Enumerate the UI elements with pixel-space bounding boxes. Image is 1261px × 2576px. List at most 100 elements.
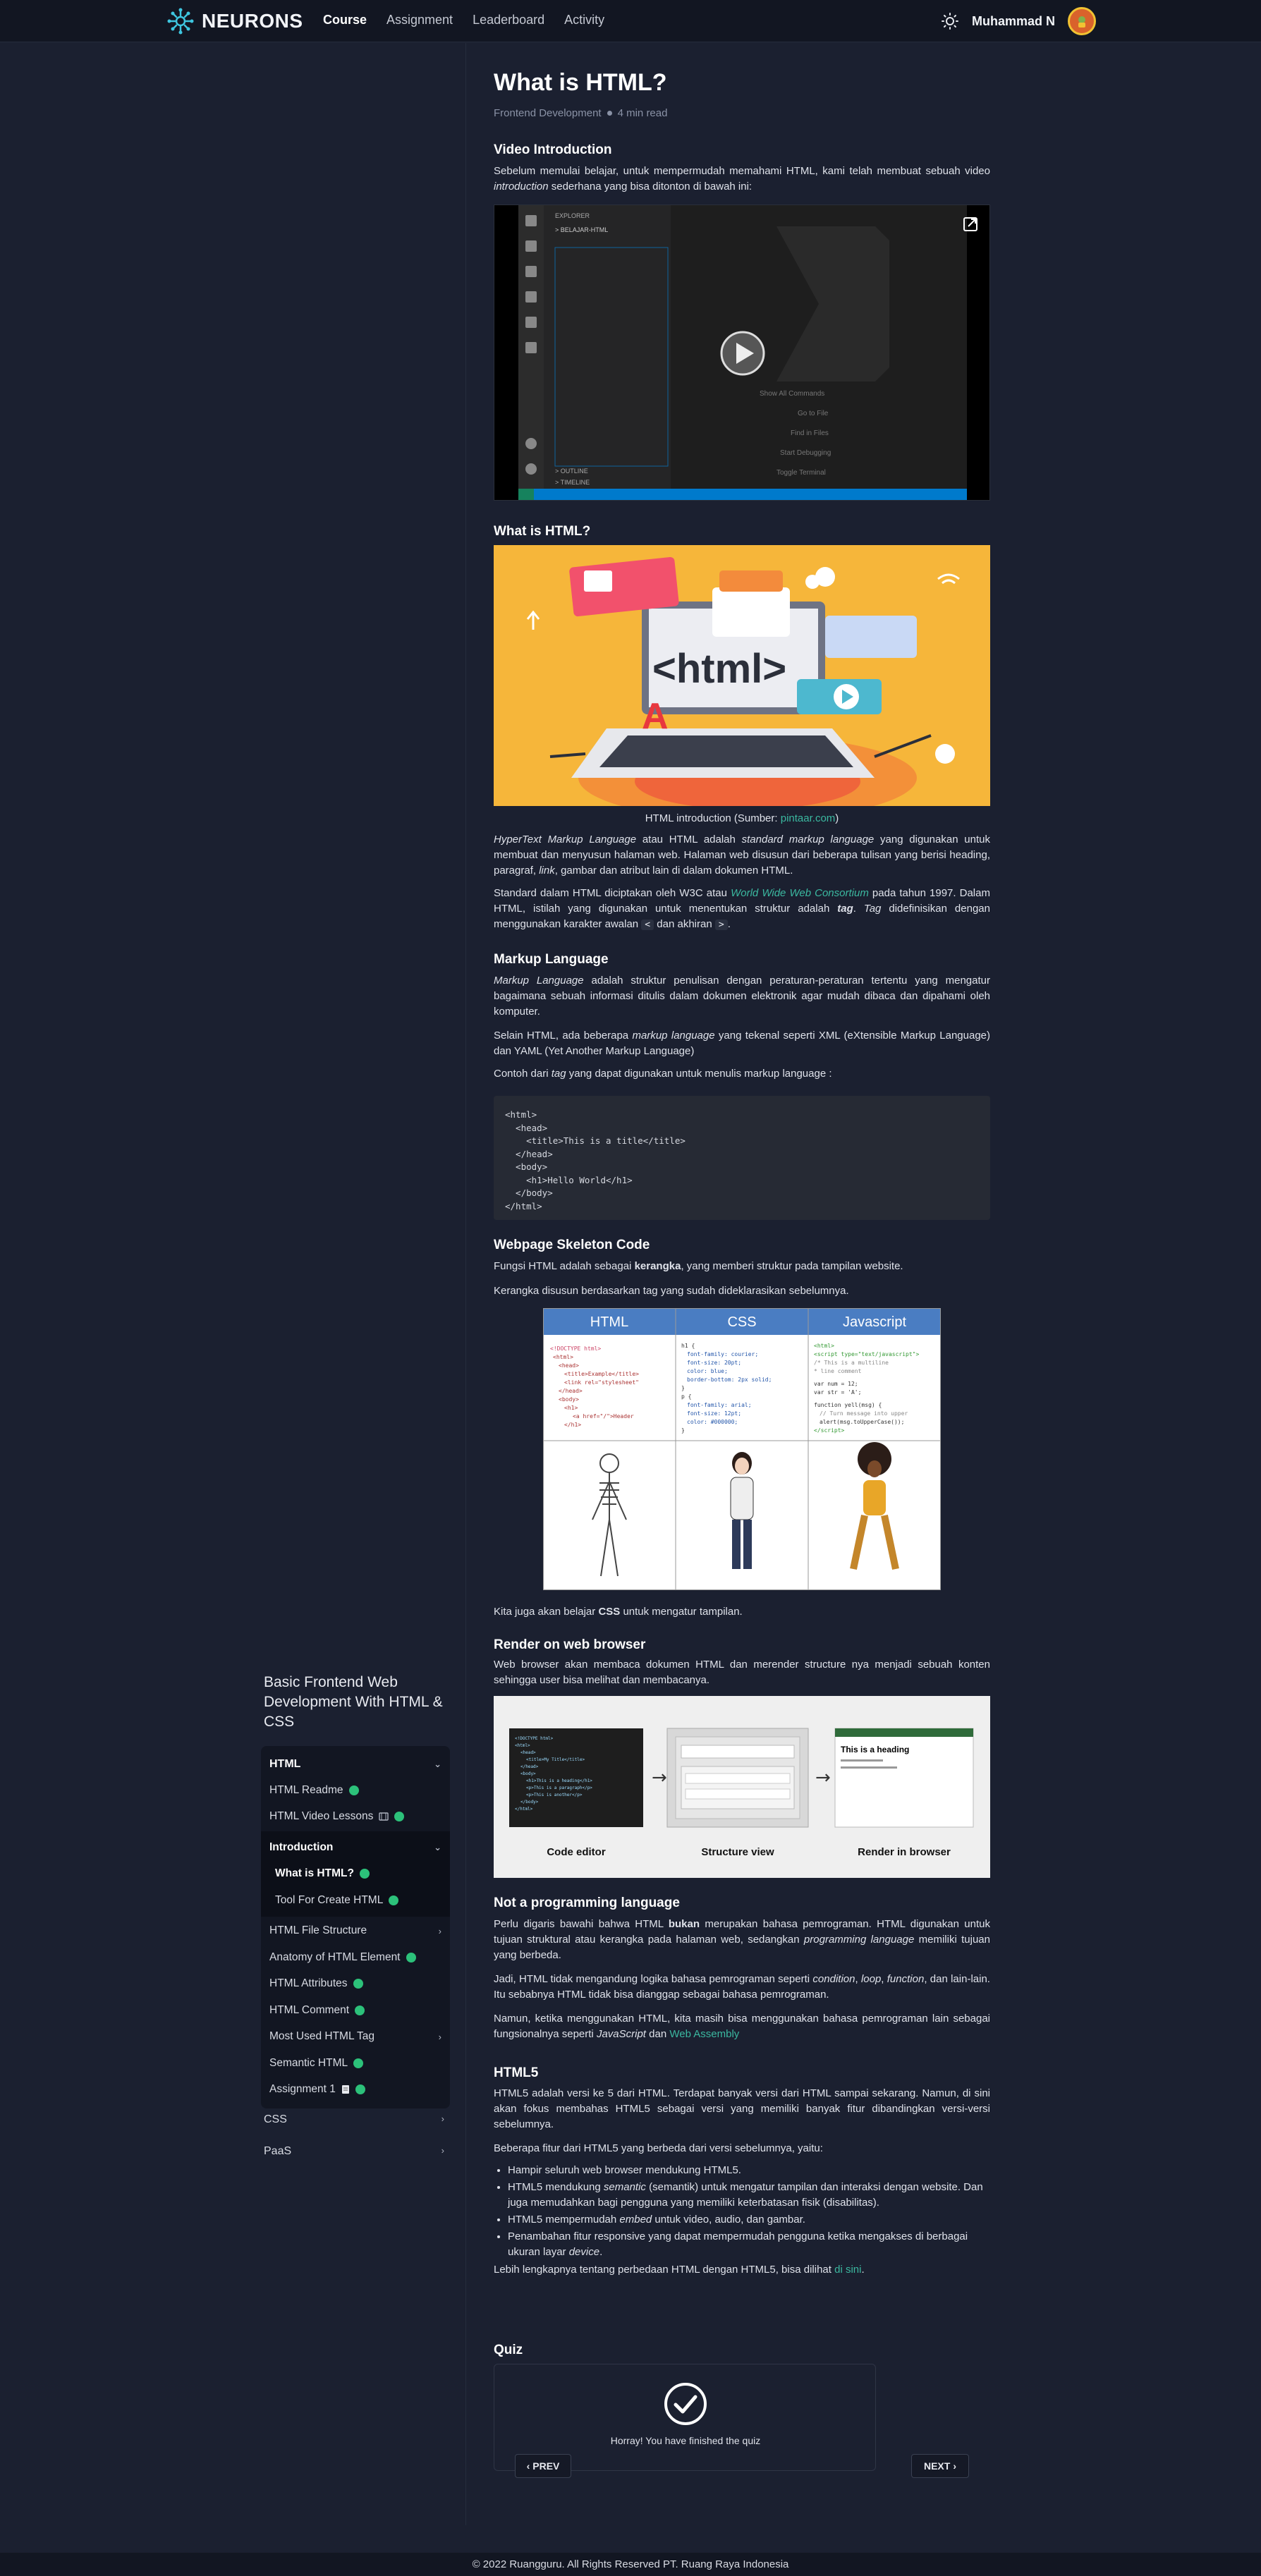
sidebar-item-most-used-html-tag[interactable]: Most Used HTML Tag › [261, 2024, 450, 2051]
section-heading-what-is-html: What is HTML? [494, 524, 591, 539]
svg-text:</script>: </script> [814, 1427, 845, 1434]
svg-text:<title>Example</title>: <title>Example</title> [564, 1371, 639, 1377]
render-label-render-in-browser: Render in browser [858, 1846, 951, 1858]
svg-text:h1 {: h1 { [681, 1343, 695, 1349]
svg-text:</head>: </head> [559, 1388, 583, 1394]
theme-toggle-sun-icon[interactable] [941, 12, 959, 30]
text-fragment: HTML introduction (Sumber: [645, 812, 781, 824]
video-icon [379, 1812, 389, 1821]
next-button[interactable]: NEXT › [911, 2454, 969, 2478]
sidebar-group-label: HTML [269, 1758, 301, 1770]
sidebar-item-label: Tool For Create HTML [275, 1893, 384, 1906]
svg-text:var num = 12;: var num = 12; [814, 1381, 858, 1387]
svg-text:> BELAJAR-HTML: > BELAJAR-HTML [555, 226, 608, 233]
text-fragment: Lebih lengkapnya tentang perbedaan HTML … [494, 2264, 835, 2276]
web-assembly-link[interactable]: Web Assembly [669, 2028, 739, 2040]
text-fragment: kerangka [634, 1260, 681, 1272]
list-item: Penambahan fitur responsive yang dapat m… [508, 2229, 990, 2260]
sidebar-item-tool-for-create-html[interactable]: Tool For Create HTML [261, 1887, 450, 1914]
sidebar-item-html-file-structure[interactable]: HTML File Structure › [261, 1918, 450, 1945]
sidebar-item-html-attributes[interactable]: HTML Attributes [261, 1971, 450, 1998]
svg-text:border-bottom: 2px solid;: border-bottom: 2px solid; [687, 1376, 772, 1383]
svg-text:<head>: <head> [520, 1750, 536, 1755]
list-item: Hampir seluruh web browser mendukung HTM… [508, 2163, 990, 2178]
code-example: <html> <head> <title>This is a title</ti… [494, 1096, 990, 1220]
sidebar-item-label: What is HTML? [275, 1867, 354, 1880]
sidebar-group-css[interactable]: CSS › [264, 2113, 444, 2126]
section-heading-html5: HTML5 [494, 2065, 539, 2080]
nav-leaderboard[interactable]: Leaderboard [473, 13, 544, 28]
html-illustration: <html> A [494, 545, 990, 806]
sidebar-group-html[interactable]: HTML ⌄ [261, 1752, 450, 1777]
sidebar-item-html-comment[interactable]: HTML Comment [261, 1997, 450, 2024]
sidebar-item-what-is-html[interactable]: What is HTML? [261, 1861, 450, 1888]
completed-check-icon [355, 2005, 365, 2015]
svg-text:EXPLORER: EXPLORER [555, 212, 590, 219]
video-player[interactable]: EXPLORER > BELAJAR-HTML > OUTLINE > TIME… [494, 205, 990, 501]
svg-text:}: } [681, 1427, 685, 1434]
chevron-left-icon: ‹ [526, 2460, 530, 2472]
sidebar-item-assignment-1[interactable]: Assignment 1 [261, 2077, 450, 2104]
column-header-html: HTML [590, 1314, 628, 1330]
svg-text:<a href="/">Header: <a href="/">Header [573, 1413, 634, 1420]
sidebar-group-paas[interactable]: PaaS › [264, 2145, 444, 2158]
completed-check-icon [359, 1869, 370, 1879]
list-item: HTML5 mempermudah embed untuk video, aud… [508, 2212, 990, 2228]
paragraph-markup-definition: Markup Language adalah struktur penulisa… [494, 975, 990, 1018]
text-fragment: Sebelum memulai belajar, untuk mempermud… [494, 165, 990, 177]
paragraph-js-wasm: Namun, ketika menggunakan HTML, kita mas… [494, 2013, 990, 2040]
svg-text:<head>: <head> [559, 1362, 579, 1369]
skeleton-comparison-illustration: HTML CSS Javascript <!DOCTYPE html> <htm… [543, 1308, 941, 1590]
svg-text:<!DOCTYPE html>: <!DOCTYPE html> [515, 1736, 554, 1741]
svg-text:<p>This is a paragraph</p>: <p>This is a paragraph</p> [526, 1786, 592, 1790]
brand[interactable]: NEURONS [166, 7, 303, 35]
svg-text:> OUTLINE: > OUTLINE [555, 468, 588, 475]
paragraph-tag-example: Contoh dari tag yang dapat digunakan unt… [494, 1068, 832, 1080]
section-heading-markup: Markup Language [494, 952, 609, 967]
svg-text:}: } [681, 1385, 685, 1391]
article-read-time: 4 min read [617, 107, 668, 119]
svg-text:Go to File: Go to File [798, 410, 829, 417]
render-label-code-editor: Code editor [547, 1846, 605, 1858]
next-label: NEXT [923, 2460, 951, 2472]
sidebar-item-label: Semantic HTML [269, 2056, 348, 2069]
avatar[interactable] [1068, 7, 1096, 35]
svg-text:<title>My Title</title>: <title>My Title</title> [526, 1757, 585, 1762]
brand-name: NEURONS [202, 10, 303, 32]
paragraph-skeleton-tags: Kerangka disusun berdasarkan tag yang su… [494, 1285, 849, 1297]
letter-a-decoration: A [642, 696, 669, 737]
svg-text:function yell(msg) {: function yell(msg) { [814, 1402, 882, 1408]
sidebar-item-semantic-html[interactable]: Semantic HTML [261, 2050, 450, 2077]
sidebar-item-label: Assignment 1 [269, 2083, 336, 2096]
di-sini-link[interactable]: di sini [834, 2264, 861, 2276]
chevron-down-icon: ⌄ [434, 1759, 441, 1769]
source-link[interactable]: pintaar.com [781, 812, 836, 824]
nav-course[interactable]: Course [323, 13, 367, 28]
sidebar-nav: HTML ⌄ HTML Readme HTML Video Lessons In… [261, 1746, 450, 2108]
paragraph-hypertext: HyperText Markup Language atau HTML adal… [494, 834, 990, 877]
sidebar-item-label: Most Used HTML Tag [269, 2030, 375, 2043]
figure-caption: HTML introduction (Sumber: pintaar.com) [494, 812, 990, 824]
sidebar-item-label: HTML Attributes [269, 1977, 348, 1990]
svg-text:Show All Commands: Show All Commands [760, 390, 824, 398]
paragraph-skeleton: Fungsi HTML adalah sebagai kerangka, yan… [494, 1259, 990, 1274]
sidebar-item-html-video-lessons[interactable]: HTML Video Lessons [261, 1804, 450, 1831]
user-area: Muhammad N [941, 7, 1096, 35]
sidebar-item-anatomy[interactable]: Anatomy of HTML Element [261, 1944, 450, 1971]
completed-check-icon [348, 1785, 359, 1795]
svg-text:<body>: <body> [559, 1396, 579, 1403]
prev-button[interactable]: ‹ PREV [515, 2454, 571, 2478]
svg-text:* line comment: * line comment [814, 1368, 862, 1374]
neurons-logo-icon [167, 8, 194, 35]
nav-assignment[interactable]: Assignment [386, 13, 453, 28]
svg-text:</h1>: </h1> [564, 1422, 581, 1428]
nav-activity[interactable]: Activity [564, 13, 604, 28]
html-tag-image-text: <html> [652, 646, 786, 692]
sidebar-item-html-readme[interactable]: HTML Readme [261, 1777, 450, 1804]
svg-text:<h1>: <h1> [564, 1405, 578, 1411]
chevron-right-icon: › [438, 2031, 441, 2042]
html-laptop-illustration: <html> A [494, 545, 990, 806]
sidebar-item-label: Anatomy of HTML Element [269, 1951, 401, 1963]
user-name[interactable]: Muhammad N [972, 14, 1055, 29]
sidebar-subgroup-header[interactable]: Introduction ⌄ [261, 1834, 450, 1861]
